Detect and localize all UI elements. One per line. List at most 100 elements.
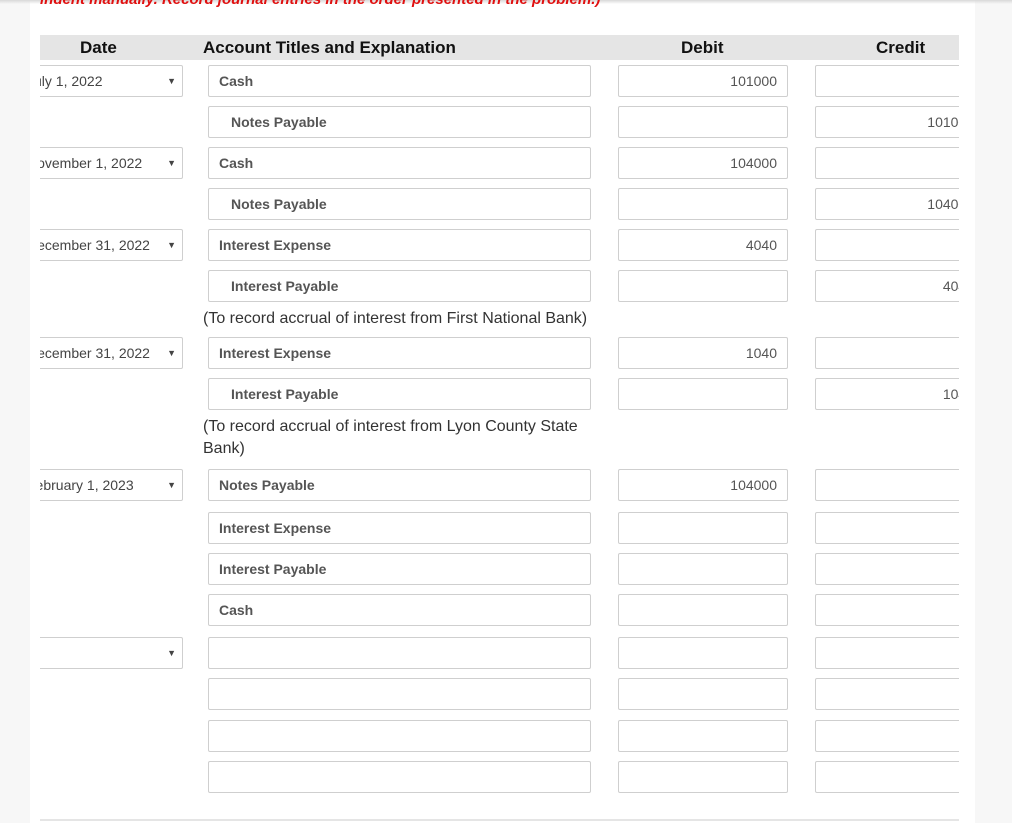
credit-input[interactable]: 1040 [815,378,959,410]
table-row [40,720,959,752]
credit-input[interactable] [815,720,959,752]
debit-value [777,769,787,785]
account-value: Interest Payable [231,278,339,294]
debit-input[interactable]: 104000 [618,469,788,501]
debit-value [777,561,787,577]
credit-input[interactable]: 4040 [815,270,959,302]
entry-explanation: (To record accrual of interest from Lyon… [203,418,578,457]
debit-value: 101000 [730,73,777,89]
table-row: Notes Payable 101000 [40,106,959,138]
dropdown-arrow-icon: ▼ [167,76,176,86]
debit-input[interactable] [618,594,788,626]
debit-value: 104000 [730,155,777,171]
credit-input[interactable] [815,337,959,369]
account-input[interactable]: Notes Payable [208,469,591,501]
account-value: Interest Payable [219,561,327,577]
credit-input[interactable] [815,469,959,501]
table-row: ▼ [40,637,959,669]
date-select[interactable]: December 31, 2022 ▼ [40,229,183,261]
header-account: Account Titles and Explanation [203,38,456,57]
credit-value: 104000 [927,196,959,212]
date-select[interactable]: December 31, 2022 ▼ [40,337,183,369]
date-select[interactable]: July 1, 2022 ▼ [40,65,183,97]
dropdown-arrow-icon: ▼ [167,348,176,358]
account-value [209,769,219,785]
debit-input[interactable] [618,553,788,585]
table-row: July 1, 2022 ▼ Cash 101000 [40,65,959,97]
table-header: Date Account Titles and Explanation Debi… [40,35,959,60]
table-row: November 1, 2022 ▼ Cash 104000 [40,147,959,179]
credit-input[interactable] [815,147,959,179]
debit-value [777,602,787,618]
debit-input[interactable] [618,378,788,410]
journal-table: Date Account Titles and Explanation Debi… [40,0,959,823]
account-input[interactable]: Interest Expense [208,512,591,544]
credit-value: 1040 [942,386,959,402]
debit-value [777,686,787,702]
debit-value [777,728,787,744]
dropdown-arrow-icon: ▼ [167,158,176,168]
debit-value [777,520,787,536]
credit-value: 4040 [942,278,959,294]
debit-input[interactable] [618,637,788,669]
date-value: November 1, 2022 [40,155,143,171]
table-row: Interest Expense [40,512,959,544]
debit-input[interactable] [618,512,788,544]
credit-input[interactable] [815,512,959,544]
account-input[interactable]: Interest Payable [208,553,591,585]
debit-input[interactable] [618,270,788,302]
debit-value: 1040 [745,345,777,361]
credit-input[interactable] [815,594,959,626]
account-value: Notes Payable [231,196,327,212]
credit-input[interactable] [815,761,959,793]
debit-value [777,386,787,402]
table-row [40,761,959,793]
account-input[interactable] [208,637,591,669]
account-input[interactable]: Interest Payable [208,378,591,410]
account-input[interactable] [208,761,591,793]
account-value [209,645,219,661]
account-input[interactable] [208,720,591,752]
account-value: Interest Expense [219,345,332,361]
date-select[interactable]: February 1, 2023 ▼ [40,469,183,501]
credit-input[interactable] [815,65,959,97]
account-value: Notes Payable [231,114,327,130]
account-input[interactable]: Cash [208,147,591,179]
divider [40,819,959,821]
credit-input[interactable]: 104000 [815,188,959,220]
account-value: Cash [219,602,254,618]
table-row: Interest Payable 1040 [40,378,959,410]
date-value: December 31, 2022 [40,345,150,361]
credit-input[interactable] [815,229,959,261]
date-select[interactable]: ▼ [40,637,183,669]
dropdown-arrow-icon: ▼ [167,648,176,658]
debit-input[interactable]: 4040 [618,229,788,261]
debit-input[interactable]: 1040 [618,337,788,369]
account-input[interactable]: Cash [208,594,591,626]
account-input[interactable]: Notes Payable [208,188,591,220]
account-input[interactable]: Interest Expense [208,229,591,261]
credit-input[interactable] [815,678,959,710]
date-select[interactable]: November 1, 2022 ▼ [40,147,183,179]
debit-input[interactable]: 101000 [618,65,788,97]
account-input[interactable]: Notes Payable [208,106,591,138]
debit-input[interactable] [618,720,788,752]
account-input[interactable]: Interest Expense [208,337,591,369]
debit-input[interactable] [618,106,788,138]
account-input[interactable]: Cash [208,65,591,97]
dropdown-arrow-icon: ▼ [167,480,176,490]
table-row: December 31, 2022 ▼ Interest Expense 1040 [40,337,959,369]
entry-explanation: (To record accrual of interest from Firs… [203,310,588,327]
credit-input[interactable]: 101000 [815,106,959,138]
account-input[interactable]: Interest Payable [208,270,591,302]
debit-input[interactable] [618,761,788,793]
table-row: February 1, 2023 ▼ Notes Payable 104000 [40,469,959,501]
debit-value: 4040 [745,237,777,253]
debit-input[interactable] [618,188,788,220]
debit-input[interactable] [618,678,788,710]
credit-input[interactable] [815,553,959,585]
header-credit: Credit [876,38,926,57]
credit-input[interactable] [815,637,959,669]
account-input[interactable] [208,678,591,710]
debit-input[interactable]: 104000 [618,147,788,179]
